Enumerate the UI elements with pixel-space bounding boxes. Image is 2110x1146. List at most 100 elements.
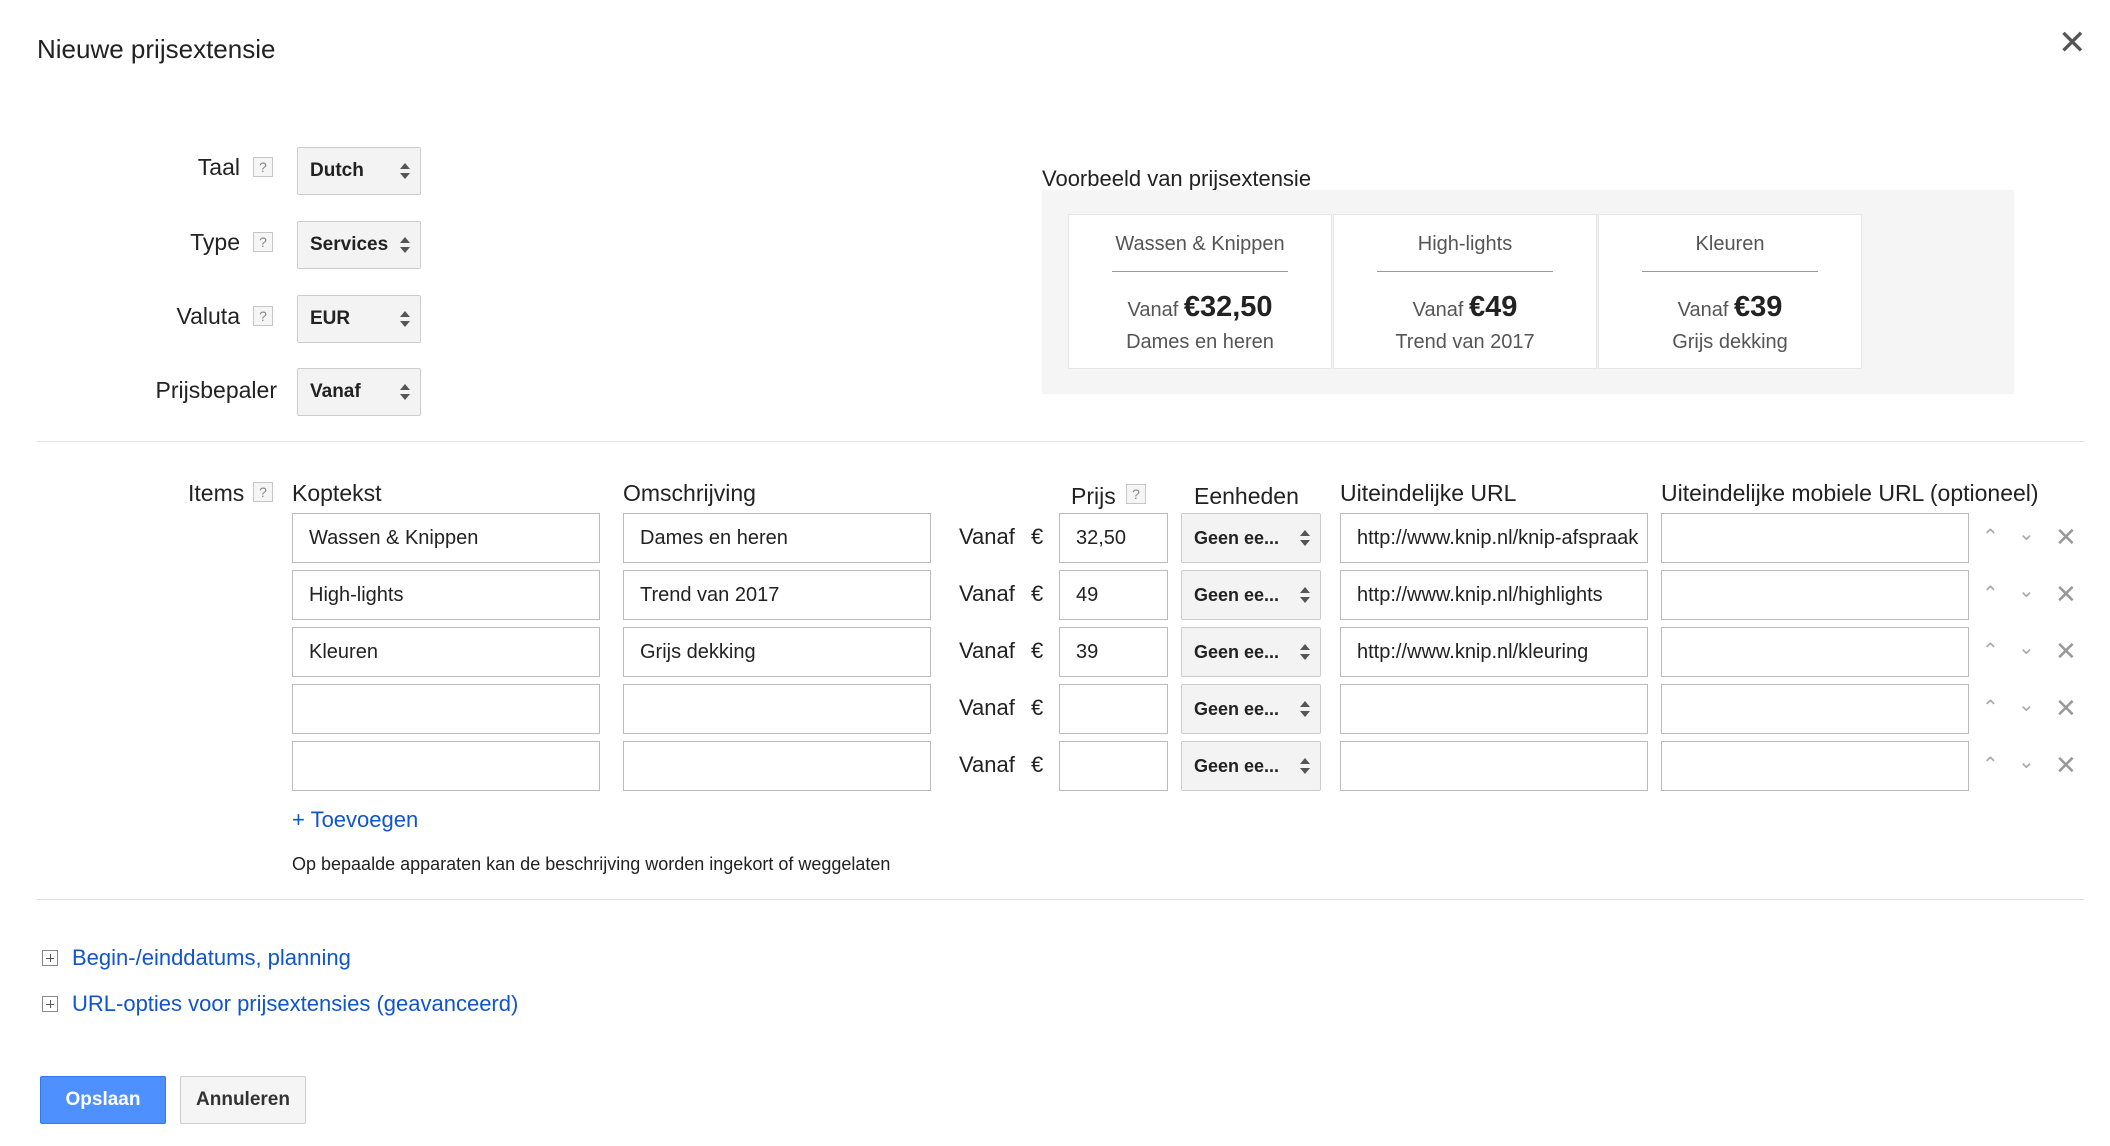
price-input[interactable]: 32,50 (1059, 513, 1168, 563)
price-qualifier-text: Vanaf (959, 752, 1015, 777)
currency-symbol: € (1031, 524, 1044, 549)
currency-label: Valuta (176, 303, 240, 329)
move-down-icon[interactable]: ⌄ (2018, 578, 2035, 603)
preview-card-prefix: Vanaf (1677, 299, 1729, 321)
final-url-input[interactable]: http://www.knip.nl/kleuring (1340, 627, 1648, 677)
final-url-input[interactable] (1340, 741, 1648, 791)
preview-card-header: Kleuren (1695, 233, 1765, 255)
preview-card: High-lights Vanaf €49 Trend van 2017 (1333, 214, 1597, 369)
currency-symbol: € (1031, 752, 1044, 777)
currency-help-icon[interactable]: ? (253, 306, 273, 326)
mobile-url-input[interactable] (1661, 684, 1969, 734)
column-header-omschrijving: Omschrijving (623, 480, 756, 506)
remove-row-icon[interactable]: ✕ (2055, 693, 2077, 724)
mobile-url-input[interactable] (1661, 627, 1969, 677)
description-note: Op bepaalde apparaten kan de beschrijvin… (292, 854, 891, 874)
price-input[interactable]: 49 (1059, 570, 1168, 620)
header-input[interactable] (292, 684, 600, 734)
price-input[interactable]: 39 (1059, 627, 1168, 677)
price-qualifier-value: Vanaf (310, 381, 361, 402)
currency-symbol: € (1031, 695, 1044, 720)
final-url-input[interactable]: http://www.knip.nl/knip-afspraak (1340, 513, 1648, 563)
preview-card-price-line: Vanaf €32,50 (1069, 291, 1331, 324)
mobile-url-input[interactable] (1661, 513, 1969, 563)
unit-value: Geen ee... (1194, 642, 1280, 662)
unit-select[interactable]: Geen ee... (1181, 627, 1321, 677)
items-label: Items (188, 480, 245, 506)
header-input[interactable]: Wassen & Knippen (292, 513, 600, 563)
unit-select[interactable]: Geen ee... (1181, 570, 1321, 620)
schedule-section-link[interactable]: Begin-/einddatums, planning (72, 945, 351, 971)
header-input[interactable]: High-lights (292, 570, 600, 620)
column-header-koptekst: Koptekst (292, 480, 382, 506)
add-item-link[interactable]: + Toevoegen (292, 807, 418, 833)
move-up-icon[interactable]: ⌃ (1982, 695, 1999, 720)
unit-select[interactable]: Geen ee... (1181, 684, 1321, 734)
cancel-button[interactable]: Annuleren (180, 1076, 306, 1124)
move-up-icon[interactable]: ⌃ (1982, 581, 1999, 606)
final-url-input[interactable] (1340, 684, 1648, 734)
header-input[interactable] (292, 741, 600, 791)
preview-card-price: €49 (1468, 291, 1518, 323)
price-qualifier-text: Vanaf (959, 695, 1015, 720)
unit-value: Geen ee... (1194, 528, 1280, 548)
price-qualifier-text: Vanaf (959, 524, 1015, 549)
column-header-url: Uiteindelijke URL (1340, 480, 1517, 506)
move-down-icon[interactable]: ⌄ (2018, 692, 2035, 717)
price-qualifier-text: Vanaf (959, 638, 1015, 663)
unit-select[interactable]: Geen ee... (1181, 513, 1321, 563)
price-input[interactable] (1059, 684, 1168, 734)
sort-arrows-icon (400, 163, 410, 179)
description-input[interactable]: Grijs dekking (623, 627, 931, 677)
close-icon[interactable]: ✕ (2058, 26, 2087, 60)
move-up-icon[interactable]: ⌃ (1982, 638, 1999, 663)
preview-card-header: Wassen & Knippen (1115, 233, 1285, 255)
preview-card-header: High-lights (1417, 233, 1513, 255)
preview-card-divider (1642, 271, 1818, 272)
preview-card-description: Trend van 2017 (1395, 331, 1535, 353)
price-input[interactable] (1059, 741, 1168, 791)
final-url-input[interactable]: http://www.knip.nl/highlights (1340, 570, 1648, 620)
unit-select[interactable]: Geen ee... (1181, 741, 1321, 791)
preview-title: Voorbeeld van prijsextensie (1042, 166, 1312, 191)
description-input[interactable] (623, 684, 931, 734)
sort-arrows-icon (1300, 587, 1310, 603)
currency-symbol: € (1031, 638, 1044, 663)
unit-value: Geen ee... (1194, 699, 1280, 719)
remove-row-icon[interactable]: ✕ (2055, 579, 2077, 610)
move-down-icon[interactable]: ⌄ (2018, 635, 2035, 660)
remove-row-icon[interactable]: ✕ (2055, 522, 2077, 553)
description-input[interactable]: Trend van 2017 (623, 570, 931, 620)
price-qualifier-select[interactable]: Vanaf (297, 368, 421, 416)
price-help-icon[interactable]: ? (1126, 484, 1146, 504)
price-qualifier-text: Vanaf (959, 581, 1015, 606)
type-help-icon[interactable]: ? (253, 232, 273, 252)
mobile-url-input[interactable] (1661, 741, 1969, 791)
mobile-url-input[interactable] (1661, 570, 1969, 620)
move-up-icon[interactable]: ⌃ (1982, 752, 1999, 777)
unit-value: Geen ee... (1194, 756, 1280, 776)
currency-select[interactable]: EUR (297, 295, 421, 343)
preview-card: Wassen & Knippen Vanaf €32,50 Dames en h… (1068, 214, 1332, 369)
items-help-icon[interactable]: ? (253, 482, 273, 502)
remove-row-icon[interactable]: ✕ (2055, 750, 2077, 781)
language-select[interactable]: Dutch (297, 147, 421, 195)
preview-card: Kleuren Vanaf €39 Grijs dekking (1598, 214, 1862, 369)
type-select[interactable]: Services (297, 221, 421, 269)
header-input[interactable]: Kleuren (292, 627, 600, 677)
preview-card-description: Dames en heren (1126, 331, 1274, 353)
sort-arrows-icon (1300, 758, 1310, 774)
move-down-icon[interactable]: ⌄ (2018, 521, 2035, 546)
move-down-icon[interactable]: ⌄ (2018, 749, 2035, 774)
expand-icon[interactable] (42, 950, 58, 966)
move-up-icon[interactable]: ⌃ (1982, 524, 1999, 549)
save-button[interactable]: Opslaan (40, 1076, 166, 1124)
language-value: Dutch (310, 160, 364, 181)
remove-row-icon[interactable]: ✕ (2055, 636, 2077, 667)
expand-icon[interactable] (42, 996, 58, 1012)
language-help-icon[interactable]: ? (253, 157, 273, 177)
url-options-section-link[interactable]: URL-opties voor prijsextensies (geavance… (72, 991, 518, 1017)
description-input[interactable]: Dames en heren (623, 513, 931, 563)
type-value: Services (310, 234, 389, 255)
description-input[interactable] (623, 741, 931, 791)
